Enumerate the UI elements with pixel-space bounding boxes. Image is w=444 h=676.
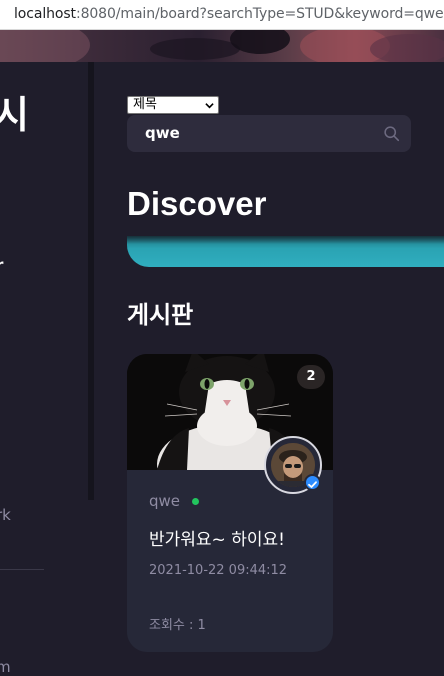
post-title[interactable]: 반가워요~ 하이요! (149, 525, 285, 550)
url-path: :8080/main/board?searchType=STUD&keyword… (75, 6, 444, 22)
verified-badge-icon (304, 474, 321, 491)
discover-heading: Discover (127, 185, 267, 222)
browser-address-bar[interactable]: localhost:8080/main/board?searchType=STU… (0, 0, 444, 30)
url-host: localhost (14, 6, 76, 22)
search-input[interactable]: qwe (127, 115, 411, 152)
post-views: 조회수 : 1 (149, 618, 206, 633)
sidebar-item-bottom[interactable]: m (0, 658, 11, 676)
header-banner-image (0, 30, 444, 62)
sidebar-item-active[interactable]: r (0, 256, 3, 274)
online-status-dot (192, 498, 199, 505)
sidebar-item[interactable]: rk (0, 506, 11, 524)
search-type-selected: 제목 (133, 97, 157, 112)
sidebar (0, 62, 88, 669)
comment-count-badge: 2 (297, 365, 325, 389)
sidebar-title: 시 (0, 93, 29, 137)
search-icon[interactable] (383, 125, 400, 142)
sidebar-separator (0, 569, 44, 570)
search-keyword: qwe (145, 124, 180, 142)
discover-banner[interactable] (127, 236, 444, 267)
post-date: 2021-10-22 09:44:12 (149, 563, 288, 578)
url-text[interactable]: localhost:8080/main/board?searchType=STU… (14, 6, 444, 22)
chevron-down-icon (205, 103, 214, 109)
search-type-select[interactable]: 제목 (127, 96, 219, 114)
board-heading: 게시판 (127, 301, 194, 329)
post-author[interactable]: qwe (149, 492, 180, 510)
